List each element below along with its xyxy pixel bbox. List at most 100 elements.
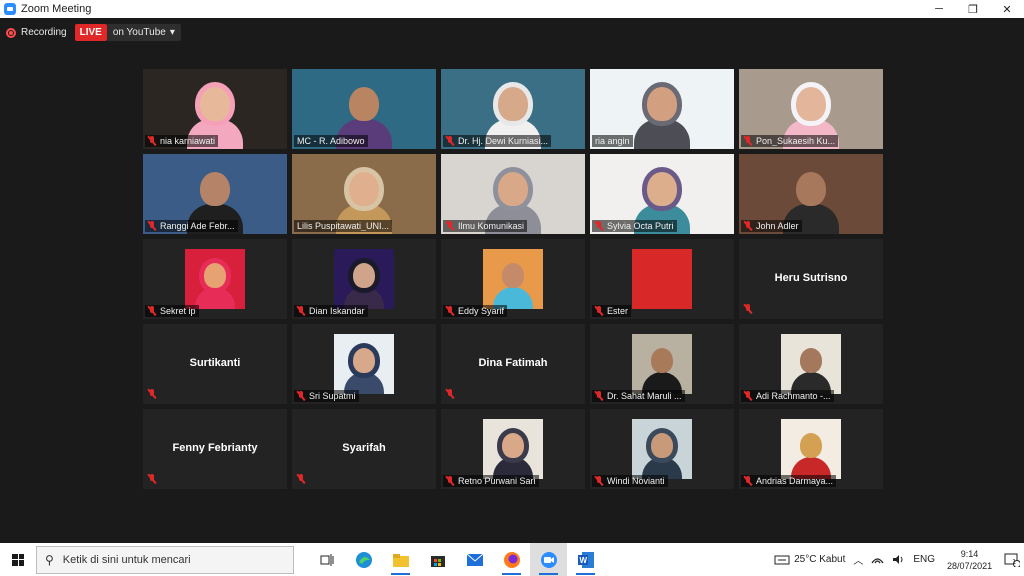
microphone-muted-icon (744, 304, 752, 314)
participant-tile[interactable]: Adi Rachmanto -... (739, 324, 883, 404)
taskbar-search-input[interactable]: ⚲ Ketik di sini untuk mencari (36, 545, 294, 574)
participant-name: ria angin (595, 136, 630, 146)
participant-name: Ilmu Komunikasi (458, 221, 525, 231)
participant-tile[interactable]: Syarifah (292, 409, 436, 489)
participant-tile[interactable]: Andrias Darmaya... (739, 409, 883, 489)
participant-name: Sri Supatmi (309, 391, 356, 401)
participant-name-bar: Retno Purwani Sari (443, 475, 539, 487)
participant-tile[interactable]: Dr. Sahat Maruli ... (590, 324, 734, 404)
store-icon[interactable] (419, 543, 456, 576)
participant-name-bar: Ester (592, 305, 632, 317)
participant-name: Dian Iskandar (309, 306, 365, 316)
participant-tile[interactable]: Ilmu Komunikasi (441, 154, 585, 234)
participant-tile[interactable]: Fenny Febrianty (143, 409, 287, 489)
participant-tile[interactable]: MC - R. Adibowo (292, 69, 436, 149)
participant-name: Dina Fatimah (478, 356, 548, 369)
participant-name: John Adler (756, 221, 799, 231)
participant-name-bar: Dian Iskandar (294, 305, 368, 317)
windows-taskbar: ⚲ Ketik di sini untuk mencari W 25°C Kab… (0, 543, 1024, 576)
start-button[interactable] (0, 543, 36, 576)
meeting-area: Recording LIVE on YouTube ▾ nia karniawa… (0, 18, 1024, 543)
participant-name-bar: Pon_Sukaesih Ku... (741, 135, 839, 147)
participant-tile[interactable]: Surtikanti (143, 324, 287, 404)
participant-tile[interactable]: Eddy Syarif (441, 239, 585, 319)
participant-name: Adi Rachmanto -... (756, 391, 831, 401)
word-icon[interactable]: W (567, 543, 604, 576)
participant-name: Sekret ip (160, 306, 196, 316)
participant-name-bar: John Adler (741, 220, 802, 232)
participant-tile[interactable]: Sekret ip (143, 239, 287, 319)
microphone-muted-icon (148, 306, 156, 316)
maximize-button[interactable]: ❐ (956, 0, 990, 18)
participant-tile[interactable]: Sylvia Octa Putri (590, 154, 734, 234)
search-placeholder: Ketik di sini untuk mencari (62, 553, 191, 566)
close-button[interactable]: ✕ (990, 0, 1024, 18)
participant-tile[interactable]: nia karniawati (143, 69, 287, 149)
notification-center-icon[interactable]: 1 (1004, 553, 1021, 567)
participant-tile[interactable]: Dian Iskandar (292, 239, 436, 319)
zoom-icon[interactable] (530, 543, 567, 576)
stream-target-dropdown[interactable]: on YouTube ▾ (106, 24, 181, 41)
participant-tile[interactable]: Sri Supatmi (292, 324, 436, 404)
clock-date: 28/07/2021 (947, 560, 993, 571)
participant-name-bar: Lilis Puspitawati_UNI... (294, 220, 393, 232)
participant-name: Dr. Hj. Dewi Kurniasi... (458, 136, 549, 146)
microphone-muted-icon (744, 221, 752, 231)
microphone-muted-icon (297, 306, 305, 316)
participant-tile[interactable]: Pon_Sukaesih Ku... (739, 69, 883, 149)
microphone-muted-icon (446, 476, 454, 486)
weather-widget[interactable]: 25°C Kabut (774, 554, 845, 566)
recording-label[interactable]: Recording (21, 27, 67, 38)
participant-tile[interactable]: Ranggi Ade Febr... (143, 154, 287, 234)
microphone-muted-icon (148, 474, 156, 484)
language-indicator[interactable]: ENG (913, 554, 935, 565)
minimize-button[interactable]: ─ (922, 0, 956, 18)
participant-tile[interactable]: Retno Purwani Sari (441, 409, 585, 489)
participant-name-bar: Windi Novianti (592, 475, 668, 487)
clock[interactable]: 9:14 28/07/2021 (947, 548, 992, 572)
participant-tile[interactable]: Heru Sutrisno (739, 239, 883, 319)
file-explorer-icon[interactable] (382, 543, 419, 576)
participant-name-bar: Adi Rachmanto -... (741, 390, 834, 402)
firefox-icon[interactable] (493, 543, 530, 576)
participant-tile[interactable]: John Adler (739, 154, 883, 234)
microphone-muted-icon (446, 306, 454, 316)
microphone-muted-icon (148, 389, 156, 399)
microphone-muted-icon (744, 391, 752, 401)
microphone-muted-icon (297, 474, 305, 484)
participant-tile[interactable]: Windi Novianti (590, 409, 734, 489)
participant-name: Windi Novianti (607, 476, 665, 486)
notification-count: 1 (1012, 559, 1016, 566)
participant-name: Dr. Sahat Maruli ... (607, 391, 682, 401)
task-view-icon[interactable] (308, 543, 345, 576)
participant-name-bar: ria angin (592, 135, 633, 147)
participant-tile[interactable]: Lilis Puspitawati_UNI... (292, 154, 436, 234)
window-controls: ─ ❐ ✕ (922, 0, 1024, 18)
participant-name: Pon_Sukaesih Ku... (756, 136, 836, 146)
window-titlebar: Zoom Meeting ─ ❐ ✕ (0, 0, 1024, 18)
zoom-logo-icon (4, 3, 16, 15)
participant-name-bar: nia karniawati (145, 135, 219, 147)
participant-name: Ranggi Ade Febr... (160, 221, 235, 231)
participant-tile[interactable]: Dina Fatimah (441, 324, 585, 404)
microphone-muted-icon (297, 391, 305, 401)
participant-name-bar: MC - R. Adibowo (294, 135, 368, 147)
microphone-muted-icon (744, 136, 752, 146)
participant-tile[interactable]: Dr. Hj. Dewi Kurniasi... (441, 69, 585, 149)
live-badge[interactable]: LIVE (74, 24, 107, 41)
edge-icon[interactable] (345, 543, 382, 576)
participant-name: Andrias Darmaya... (756, 476, 834, 486)
participant-name-bar: Sekret ip (145, 305, 199, 317)
participant-tile[interactable]: ria angin (590, 69, 734, 149)
participant-name: Heru Sutrisno (774, 271, 848, 284)
participant-name: Surtikanti (189, 356, 241, 369)
mail-icon[interactable] (456, 543, 493, 576)
volume-icon[interactable] (892, 554, 905, 565)
stream-target-label: on YouTube (112, 27, 166, 38)
gallery-grid: nia karniawati MC - R. Adibowo Dr. Hj. Dew… (143, 69, 883, 489)
chevron-up-icon[interactable]: ︿ (853, 552, 863, 567)
network-icon[interactable] (871, 554, 884, 565)
participant-tile[interactable]: Ester (590, 239, 734, 319)
recording-icon[interactable] (6, 27, 16, 38)
participant-name: Lilis Puspitawati_UNI... (297, 221, 390, 231)
